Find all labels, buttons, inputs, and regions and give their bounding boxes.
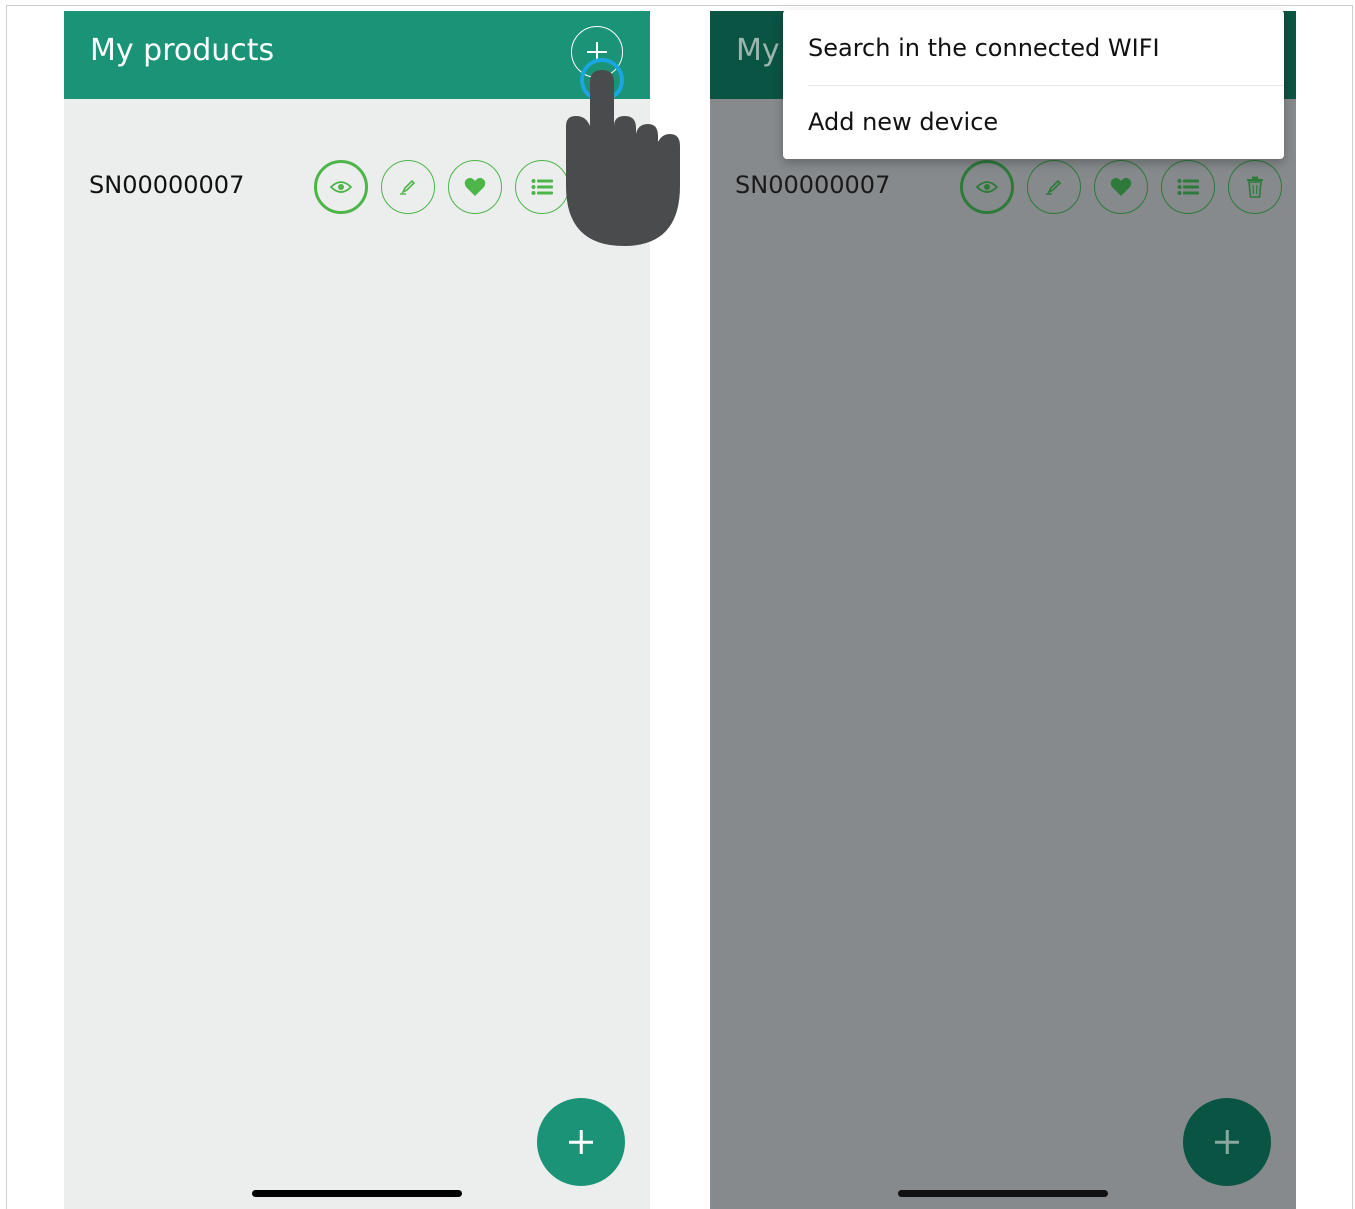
delete-button[interactable]	[1228, 160, 1282, 214]
list-icon	[1177, 179, 1199, 195]
tap-hand-icon	[566, 58, 680, 246]
floating-add-button[interactable]	[537, 1098, 625, 1186]
eye-icon	[330, 181, 352, 193]
heart-icon	[464, 177, 486, 196]
view-button[interactable]	[960, 160, 1014, 214]
favorite-button[interactable]	[1094, 160, 1148, 214]
favorite-button[interactable]	[448, 160, 502, 214]
home-indicator	[898, 1190, 1108, 1197]
add-options-menu: Search in the connected WIFI Add new dev…	[783, 10, 1284, 159]
floating-add-button[interactable]	[1183, 1098, 1271, 1186]
menu-item-search-wifi[interactable]: Search in the connected WIFI	[808, 34, 1160, 62]
edit-button[interactable]	[381, 160, 435, 214]
heart-icon	[1110, 177, 1132, 196]
menu-item-add-device[interactable]: Add new device	[808, 108, 998, 136]
list-icon	[531, 179, 553, 195]
pencil-icon	[400, 179, 416, 195]
page-title: My	[736, 33, 780, 68]
menu-divider	[808, 85, 1284, 86]
device-serial: SN00000007	[89, 171, 245, 199]
right-screen: My SN00000007	[710, 11, 1296, 1209]
trash-icon	[1247, 176, 1263, 198]
device-row: SN00000007	[710, 157, 1296, 217]
pencil-icon	[1046, 179, 1062, 195]
details-button[interactable]	[1161, 160, 1215, 214]
eye-icon	[976, 181, 998, 193]
device-serial: SN00000007	[735, 171, 891, 199]
edit-button[interactable]	[1027, 160, 1081, 214]
page-title: My products	[90, 33, 275, 68]
home-indicator	[252, 1190, 462, 1197]
view-button[interactable]	[314, 160, 368, 214]
